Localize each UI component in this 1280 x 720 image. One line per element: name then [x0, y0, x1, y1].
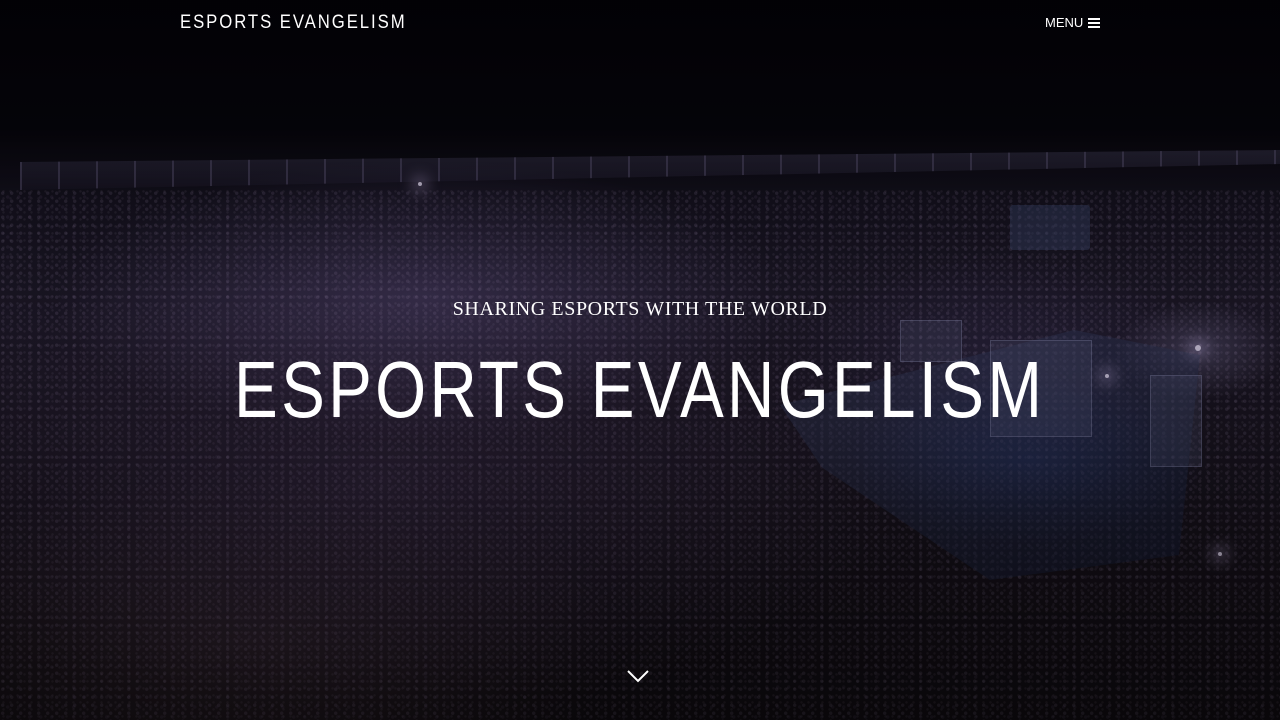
menu-button[interactable]: MENU [1045, 15, 1101, 30]
chevron-down-icon [627, 670, 649, 683]
hero-title: ESPORTS EVANGELISM [0, 344, 1280, 436]
hero-tagline: SHARING ESPORTS WITH THE WORLD [452, 298, 828, 320]
brand-logo-link[interactable]: ESPORTS EVANGELISM [180, 12, 407, 34]
menu-label: MENU [1045, 15, 1084, 30]
scroll-down-button[interactable] [627, 668, 649, 684]
hero-content: SHARING ESPORTS WITH THE WORLD ESPORTS E… [0, 0, 1280, 720]
hero-title-text: ESPORTS EVANGELISM [234, 345, 1046, 434]
top-navbar: ESPORTS EVANGELISM MENU [0, 0, 1280, 48]
hamburger-icon [1088, 17, 1101, 28]
